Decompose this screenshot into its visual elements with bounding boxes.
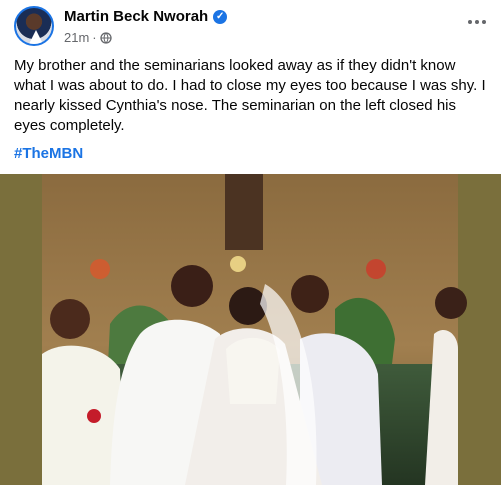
author-name[interactable]: Martin Beck Nworah <box>64 8 208 25</box>
post-photo[interactable] <box>0 174 501 485</box>
facebook-post: Martin Beck Nworah ✓ 21m · My brother an… <box>0 0 501 485</box>
post-timestamp[interactable]: 21m <box>64 30 89 45</box>
groom-head <box>171 265 213 307</box>
wedding-photo-illustration <box>0 174 501 485</box>
globe-icon <box>99 31 112 44</box>
author-avatar[interactable] <box>14 6 54 46</box>
author-name-row: Martin Beck Nworah ✓ <box>64 8 228 25</box>
candle-glow <box>230 256 246 272</box>
post-meta: 21m · <box>64 30 112 45</box>
post-caption: My brother and the seminarians looked aw… <box>14 57 486 134</box>
seminarian-right-head <box>291 275 329 313</box>
seminarian-left-head <box>50 299 90 339</box>
verified-badge-icon: ✓ <box>213 9 228 24</box>
post-header: Martin Beck Nworah ✓ 21m · <box>14 6 489 50</box>
red-object <box>87 409 101 423</box>
wall-lamp-right <box>366 259 386 279</box>
altar-cross-frame <box>225 174 263 250</box>
hashtag-link[interactable]: #TheMBN <box>14 145 83 162</box>
wall-lamp-left <box>90 259 110 279</box>
bride-bodice <box>226 337 280 404</box>
bridesmaid-head <box>435 287 467 319</box>
more-options-icon[interactable] <box>465 12 489 32</box>
meta-separator: · <box>92 30 97 45</box>
